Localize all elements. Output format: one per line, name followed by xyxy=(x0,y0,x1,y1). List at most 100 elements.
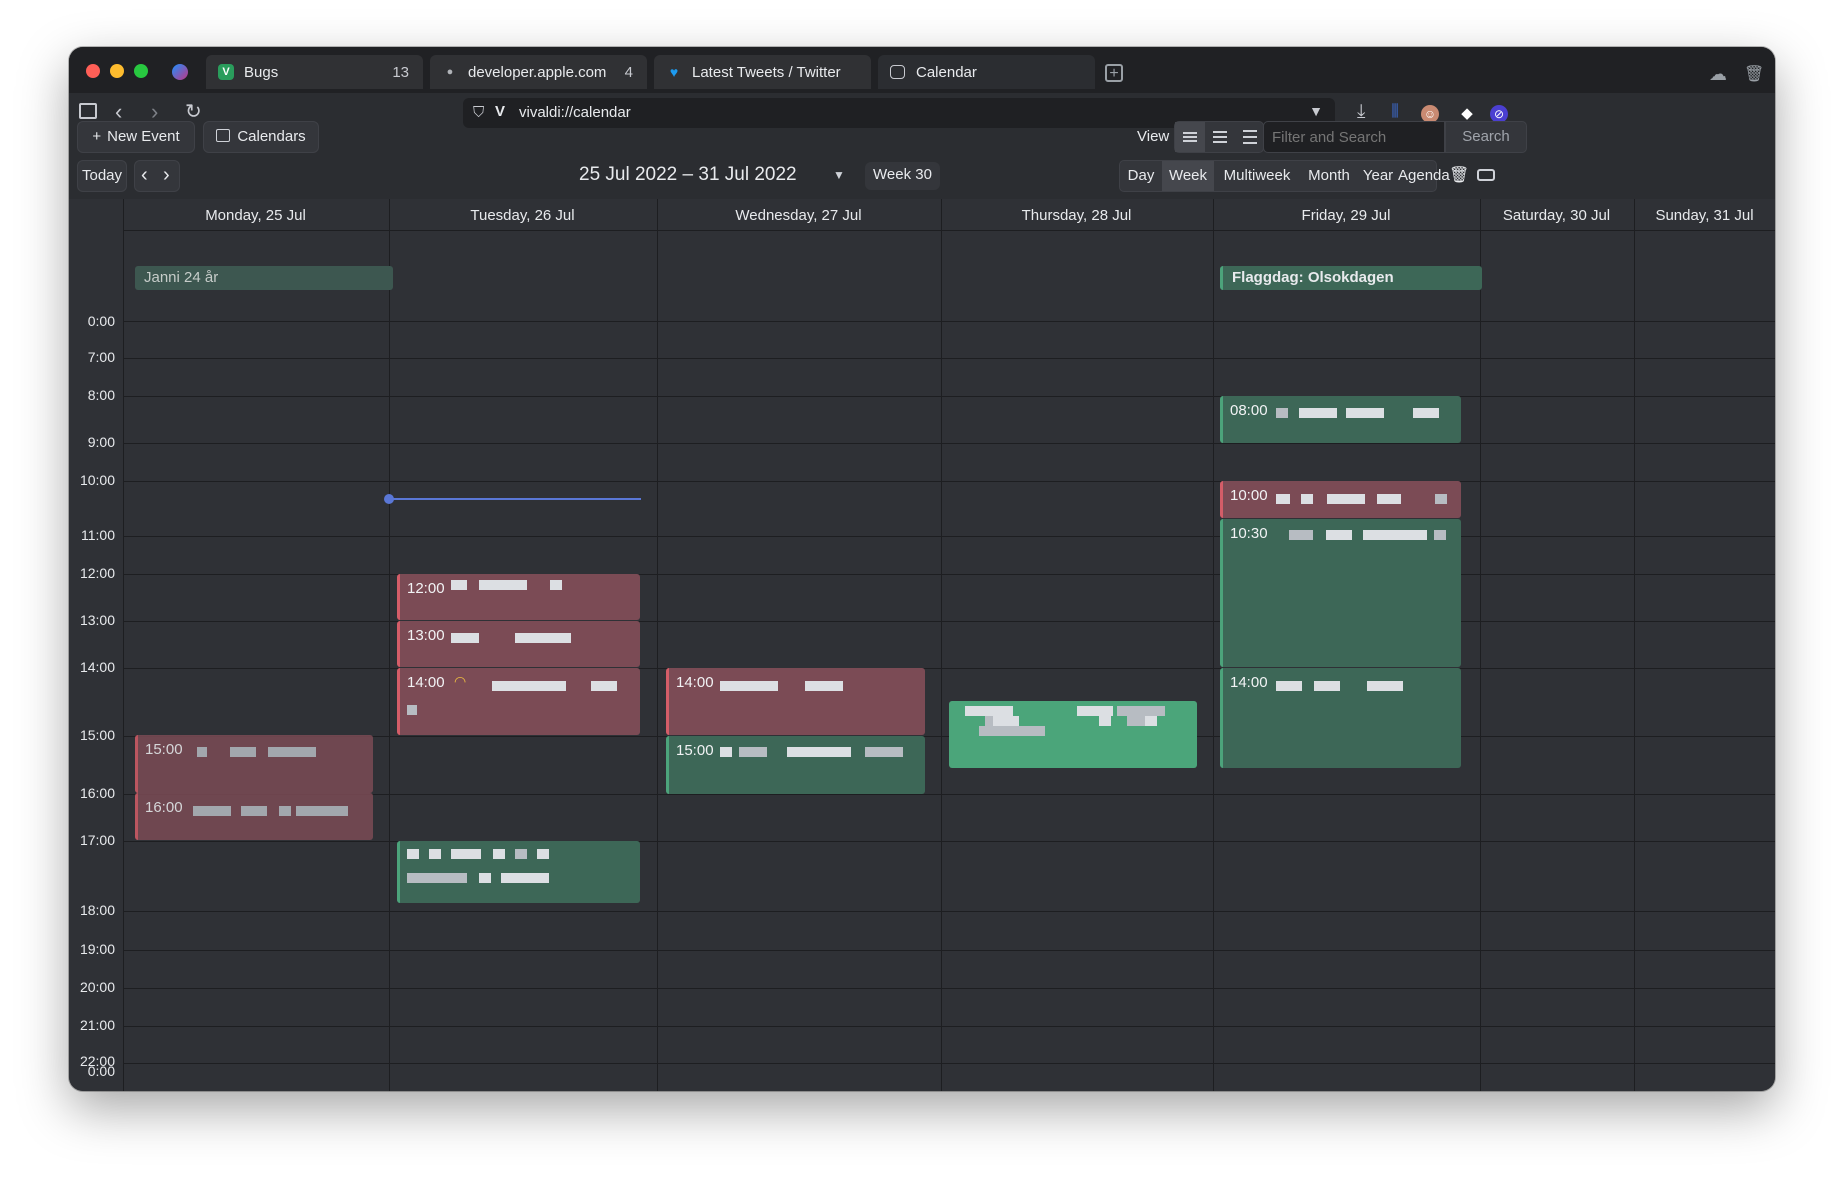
event[interactable]: 14:00 xyxy=(666,668,925,735)
time-label: 19:00 xyxy=(79,941,115,957)
time-label: 13:00 xyxy=(79,612,115,628)
day-header-thursday[interactable]: Thursday, 28 Jul xyxy=(941,207,1212,224)
minimize-window-button[interactable] xyxy=(110,64,124,78)
new-event-button[interactable]: + New Event xyxy=(77,121,195,153)
range-week[interactable]: Week xyxy=(1162,161,1214,191)
tab-calendar[interactable]: Calendar xyxy=(878,55,1095,89)
event-time: 12:00 xyxy=(407,580,445,597)
event-time: 10:30 xyxy=(1230,525,1268,542)
range-year[interactable]: Year xyxy=(1358,161,1398,191)
all-day-event[interactable]: Flaggdag: Olsokdagen xyxy=(1220,266,1482,290)
event[interactable]: 13:00 xyxy=(397,621,640,667)
time-label: 11:00 xyxy=(81,527,115,543)
tab-developer-apple[interactable]: ● developer.apple.com 4 xyxy=(430,55,647,89)
hour-line xyxy=(123,396,1775,397)
trash-icon[interactable]: 🗑 xyxy=(1744,64,1764,84)
time-label: 17:00 xyxy=(79,832,115,848)
new-tab-icon[interactable]: + xyxy=(1105,64,1123,82)
apple-icon: ● xyxy=(446,66,454,78)
chevron-down-icon[interactable]: ▼ xyxy=(833,168,845,182)
event[interactable] xyxy=(949,701,1197,768)
reload-icon[interactable]: ↻ xyxy=(185,101,202,123)
download-icon[interactable]: ⤓ xyxy=(1357,101,1365,123)
event[interactable]: 15:00 xyxy=(135,735,373,793)
time-label: 8:00 xyxy=(87,387,115,403)
week-grid xyxy=(69,199,1775,1091)
maximize-window-button[interactable] xyxy=(134,64,148,78)
extension-icon[interactable]: ⫼ xyxy=(1389,103,1401,123)
rainbow-icon: ◠ xyxy=(454,673,467,689)
search-button[interactable]: Search xyxy=(1445,121,1527,153)
vivaldi-bugs-icon: V xyxy=(218,64,234,80)
tab-bugs[interactable]: V Bugs 13 xyxy=(206,55,423,89)
event[interactable]: 15:00 xyxy=(666,736,925,794)
time-label: 7:00 xyxy=(87,349,115,365)
url-text[interactable]: vivaldi://calendar xyxy=(519,104,631,121)
view-density-toggle xyxy=(1174,121,1264,153)
today-button[interactable]: Today xyxy=(77,160,127,192)
calendars-label: Calendars xyxy=(237,128,306,145)
event[interactable]: 10:00 xyxy=(1220,481,1461,518)
day-header-saturday[interactable]: Saturday, 30 Jul xyxy=(1480,207,1633,224)
next-icon[interactable]: › xyxy=(163,165,170,185)
time-label: 14:00 xyxy=(79,659,115,675)
event-time: 14:00 xyxy=(676,674,714,691)
spacious-view-button[interactable] xyxy=(1235,122,1265,152)
day-header-tuesday[interactable]: Tuesday, 26 Jul xyxy=(389,207,656,224)
close-window-button[interactable] xyxy=(86,64,100,78)
time-label: 16:00 xyxy=(79,785,115,801)
hour-line xyxy=(123,536,1775,537)
back-icon[interactable]: ‹ xyxy=(115,101,122,123)
day-header-sunday[interactable]: Sunday, 31 Jul xyxy=(1634,207,1775,224)
messenger-icon[interactable] xyxy=(172,64,188,80)
forward-icon[interactable]: › xyxy=(151,101,158,123)
event[interactable]: 16:00 xyxy=(135,793,373,840)
vivaldi-icon: V xyxy=(495,103,506,120)
event[interactable]: 08:00 xyxy=(1220,396,1461,443)
range-multiweek[interactable]: Multiweek xyxy=(1214,161,1300,191)
tab-label: developer.apple.com xyxy=(468,64,607,81)
event[interactable]: 14:00 xyxy=(1220,668,1461,768)
current-time-dot xyxy=(384,494,394,504)
normal-view-button[interactable] xyxy=(1205,122,1235,152)
event-title: Flaggdag: Olsokdagen xyxy=(1232,269,1394,286)
tab-count: 4 xyxy=(624,64,633,81)
delete-icon[interactable]: 🗑 xyxy=(1449,165,1469,185)
day-separator xyxy=(123,199,124,1091)
day-separator xyxy=(1634,199,1635,1091)
date-range-title[interactable]: 25 Jul 2022 – 31 Jul 2022 xyxy=(579,164,797,186)
time-label: 9:00 xyxy=(87,434,115,450)
time-label: 18:00 xyxy=(79,902,115,918)
range-day[interactable]: Day xyxy=(1120,161,1162,191)
time-label: 20:00 xyxy=(79,979,115,995)
tab-count: 13 xyxy=(392,64,409,81)
day-header-friday[interactable]: Friday, 29 Jul xyxy=(1213,207,1479,224)
event[interactable]: 10:30 xyxy=(1220,519,1461,667)
all-day-event[interactable]: Janni 24 år xyxy=(135,266,393,290)
tab-twitter[interactable]: ♥ Latest Tweets / Twitter xyxy=(654,55,871,89)
prev-icon[interactable]: ‹ xyxy=(141,165,148,185)
event[interactable]: 12:00 xyxy=(397,574,640,620)
event[interactable] xyxy=(397,841,640,903)
time-label: 12:00 xyxy=(79,565,115,581)
toggle-icon[interactable] xyxy=(1477,169,1495,181)
range-month[interactable]: Month xyxy=(1300,161,1358,191)
event[interactable]: 14:00 ◠ xyxy=(397,668,640,735)
compact-view-button[interactable] xyxy=(1175,122,1205,152)
day-header-monday[interactable]: Monday, 25 Jul xyxy=(123,207,388,224)
search-input[interactable] xyxy=(1263,121,1445,153)
shield-icon[interactable]: ⛉ xyxy=(473,104,484,121)
hour-line xyxy=(123,321,1775,322)
chevron-down-icon[interactable]: ▼ xyxy=(1309,103,1323,119)
range-agenda[interactable]: Agenda xyxy=(1398,161,1450,191)
event-time: 14:00 xyxy=(407,674,445,691)
panel-icon[interactable] xyxy=(79,103,97,119)
event-title: Janni 24 år xyxy=(144,269,219,286)
day-header-wednesday[interactable]: Wednesday, 27 Jul xyxy=(657,207,940,224)
event-time: 15:00 xyxy=(145,741,183,758)
event-time: 10:00 xyxy=(1230,487,1268,504)
cloud-icon[interactable]: ☁ xyxy=(1709,64,1727,85)
calendars-button[interactable]: Calendars xyxy=(203,121,319,153)
day-separator xyxy=(1480,199,1481,1091)
tab-label: Calendar xyxy=(916,64,977,81)
